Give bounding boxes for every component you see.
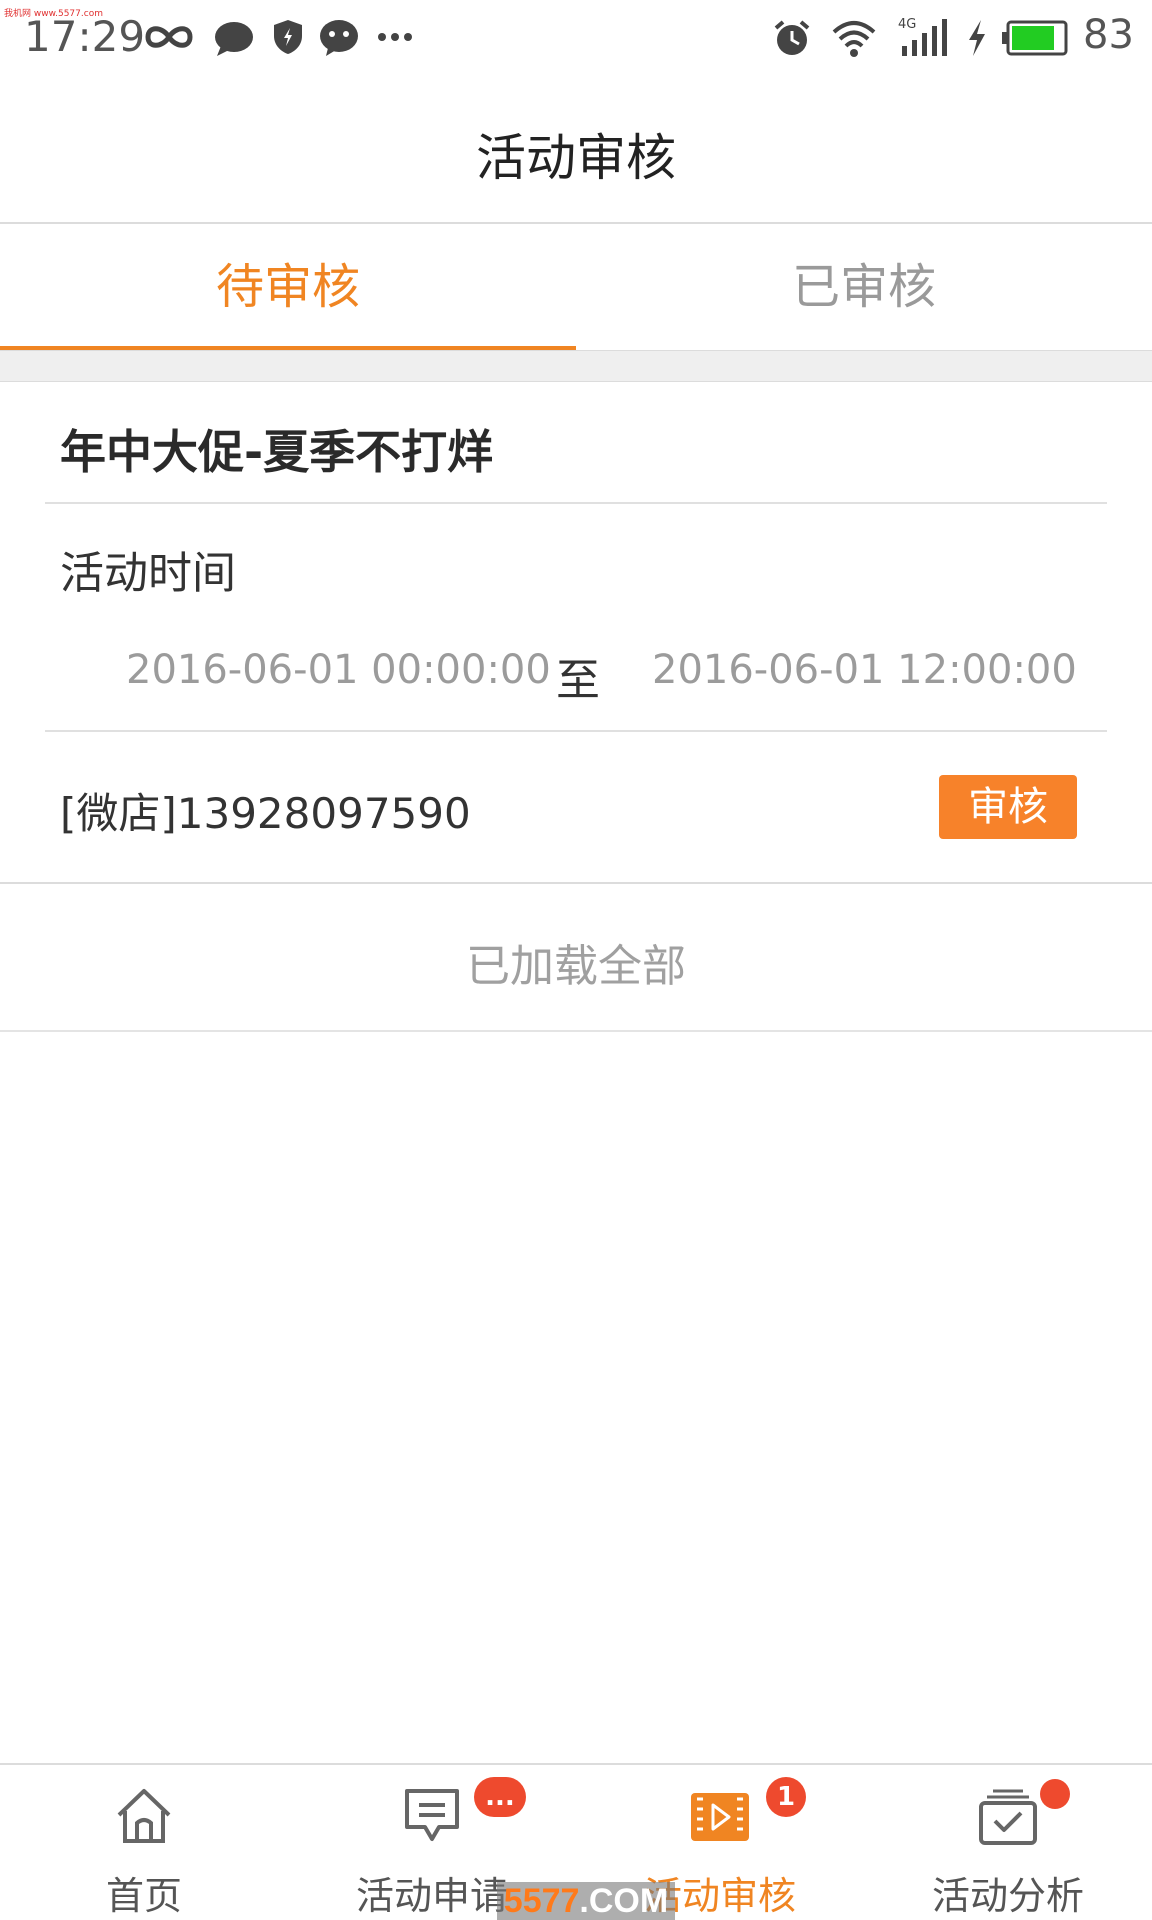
svg-text:4G: 4G — [898, 17, 916, 32]
activity-card[interactable]: 年中大促-夏季不打烊 活动时间 2016-06-01 00:00:00 至 20… — [0, 382, 1152, 882]
alarm-icon — [774, 20, 810, 55]
app-screen: 我机网 www.5577.com 17:29 4G 83 活动审核 待审核 已审… — [0, 0, 1152, 1920]
nav-analysis-dot — [1040, 1779, 1070, 1809]
home-icon — [117, 1789, 171, 1843]
chat-bubble-icon — [215, 22, 253, 56]
checkbox-stack-icon — [979, 1789, 1037, 1845]
nav-home-label: 首页 — [105, 1874, 182, 1918]
activity-time-label: 活动时间 — [60, 548, 236, 599]
section-gap — [0, 350, 1152, 382]
watermark-suffix: .COM — [579, 1882, 669, 1920]
audit-button[interactable]: 审核 — [939, 775, 1077, 839]
time-separator: 至 — [556, 655, 600, 706]
tab-bar: 待审核 已审核 — [0, 224, 1152, 350]
wifi-icon — [832, 21, 876, 57]
watermark-bottom: 5577.COM — [497, 1882, 675, 1920]
infinity-icon — [145, 26, 193, 48]
tab-pending[interactable]: 待审核 — [0, 224, 576, 350]
signal-4g-icon: 4G — [898, 17, 947, 56]
card-divider — [45, 730, 1107, 732]
card-divider — [45, 502, 1107, 504]
nav-apply-badge: ... — [474, 1777, 526, 1817]
page-title: 活动审核 — [476, 129, 676, 187]
video-review-icon — [691, 1793, 749, 1841]
title-bar: 活动审核 — [0, 76, 1152, 224]
tab-reviewed[interactable]: 已审核 — [576, 224, 1152, 350]
footer-divider — [0, 1030, 1152, 1032]
battery-icon — [1002, 20, 1068, 56]
status-bar: 我机网 www.5577.com 17:29 4G 83 — [0, 0, 1152, 76]
message-icon — [405, 1789, 459, 1841]
start-time: 2016-06-01 00:00:00 — [126, 647, 551, 693]
nav-home[interactable]: 首页 — [0, 1765, 288, 1920]
activity-title: 年中大促-夏季不打烊 — [60, 425, 494, 479]
nav-review-badge: 1 — [766, 1777, 806, 1817]
nav-analysis-label: 活动分析 — [931, 1874, 1084, 1918]
end-time: 2016-06-01 12:00:00 — [652, 647, 1077, 693]
shop-account: [微店]13928097590 — [60, 789, 471, 838]
list-footer: 已加载全部 — [466, 941, 686, 992]
status-time: 17:29 — [24, 12, 146, 61]
more-dots-icon — [378, 33, 412, 41]
card-bottom-divider — [0, 882, 1152, 884]
messenger-icon — [320, 20, 358, 56]
charging-icon — [969, 20, 985, 56]
shield-icon — [274, 20, 302, 54]
battery-percent: 83 — [1083, 12, 1134, 58]
watermark-number: 5577 — [503, 1882, 580, 1920]
nav-analysis[interactable]: 活动分析 — [864, 1765, 1152, 1920]
